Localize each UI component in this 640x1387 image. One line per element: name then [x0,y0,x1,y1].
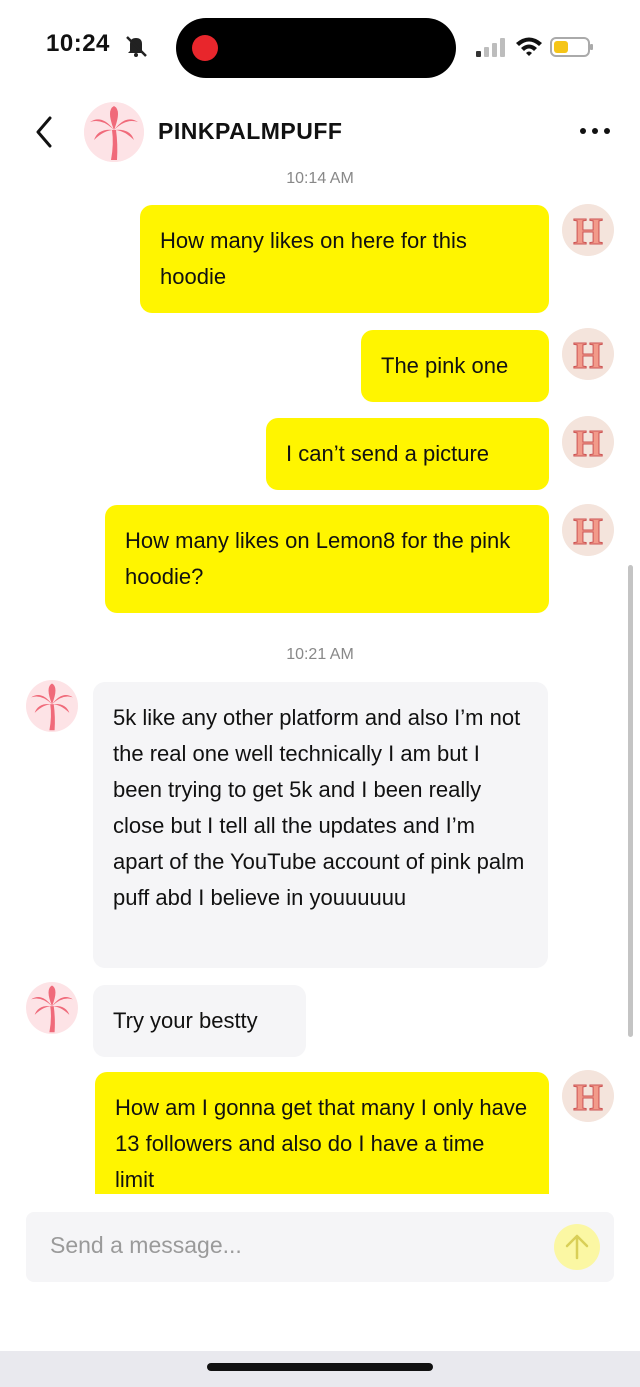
dynamic-island [176,18,456,78]
cellular-signal-icon [476,38,505,57]
outgoing-message[interactable]: How many likes on here for this hoodie [140,205,549,313]
letter-h-avatar-icon: H [562,204,614,256]
message-text: Try your bestty [113,1008,258,1033]
my-avatar: H [562,504,614,556]
contact-avatar[interactable] [26,680,78,732]
arrow-up-icon [565,1234,589,1260]
home-indicator[interactable] [207,1363,433,1371]
timestamp: 10:21 AM [286,646,354,663]
timestamp: 10:14 AM [286,170,354,187]
my-avatar: H [562,328,614,380]
incoming-message[interactable]: Try your bestty [93,985,306,1057]
outgoing-message[interactable]: The pink one [361,330,549,402]
notifications-off-icon [126,36,147,57]
message-text: How am I gonna get that many I only have… [115,1095,528,1192]
back-chevron-icon[interactable] [30,114,58,150]
palm-tree-avatar [84,102,144,162]
svg-text:H: H [573,1077,603,1119]
message-text: I can’t send a picture [286,441,490,466]
send-button[interactable] [554,1224,600,1270]
my-avatar: H [562,204,614,256]
wifi-icon [516,37,542,56]
message-input[interactable] [50,1232,530,1259]
letter-h-avatar-icon: H [562,416,614,468]
chat-header: PINKPALMPUFF [0,96,640,168]
contact-name[interactable]: PINKPALMPUFF [158,118,342,145]
palm-tree-avatar [26,982,78,1034]
message-text: How many likes on here for this hoodie [160,228,467,289]
recording-dot-icon [192,35,218,61]
battery-icon [550,37,593,57]
message-text: How many likes on Lemon8 for the pink ho… [125,528,511,589]
incoming-message[interactable]: 5k like any other platform and also I’m … [93,682,548,968]
svg-text:H: H [573,511,603,553]
contact-avatar[interactable] [26,982,78,1034]
contact-avatar[interactable] [84,102,144,162]
status-bar: 10:24 [0,0,640,96]
svg-text:H: H [573,423,603,465]
letter-h-avatar-icon: H [562,1070,614,1122]
message-text: 5k like any other platform and also I’m … [113,705,525,910]
my-avatar: H [562,416,614,468]
message-text: The pink one [381,353,509,378]
home-area [0,1351,640,1387]
svg-text:H: H [573,211,603,253]
letter-h-avatar-icon: H [562,328,614,380]
more-icon[interactable] [578,126,612,136]
palm-tree-avatar [26,680,78,732]
scrollbar[interactable] [628,565,633,1037]
letter-h-avatar-icon: H [562,504,614,556]
status-time: 10:24 [46,30,110,57]
message-composer [26,1212,614,1282]
outgoing-message[interactable]: I can’t send a picture [266,418,549,490]
my-avatar: H [562,1070,614,1122]
outgoing-message[interactable]: How many likes on Lemon8 for the pink ho… [105,505,549,613]
svg-text:H: H [573,335,603,377]
